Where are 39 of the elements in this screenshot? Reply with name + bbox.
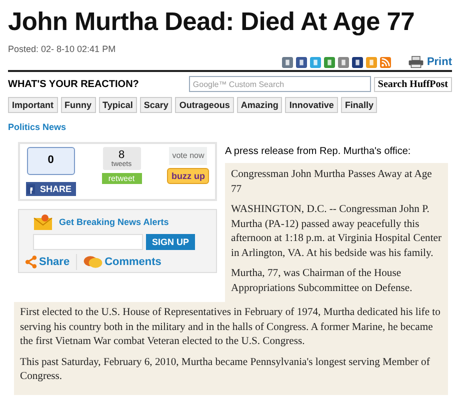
posted-date: Posted: 02- 8-10 02:41 PM (8, 44, 117, 54)
share-icon (25, 255, 37, 269)
share-button[interactable]: SHARE (26, 182, 76, 196)
section-link[interactable]: Politics News (8, 122, 452, 132)
release-paragraph: This past Saturday, February 6, 2010, Murtha became Pennsylvania's longest serving Member of Congress. (20, 356, 431, 384)
search-field[interactable]: Google™ Custom Search (188, 76, 371, 92)
reaction-button[interactable]: Amazing (236, 97, 282, 113)
release-title: Congressman John Murtha Passes Away at Age 77 (231, 168, 433, 196)
like-count: 0 (26, 147, 75, 175)
headline: John Murtha Dead: Died At Age 77 (8, 7, 416, 38)
comments-icon (82, 255, 103, 269)
social-icon[interactable] (352, 56, 363, 68)
reaction-button[interactable]: Funny (60, 97, 96, 113)
release-paragraph: WASHINGTON, D.C. -- Congressman John P. Murtha (PA-12) passed away peacefully this afternoon at 1:18 p.m. at Virginia Hospital Center in Arlington, VA. At his bedside was his family. (231, 203, 442, 260)
release-paragraph: Murtha, 77, was Chairman of the House Appropriations Subcommittee on Defense. (231, 267, 414, 296)
release-paragraph: First elected to the U.S. House of Representatives in February of 1974, Murtha dedicated his life to serving his country both in the military and in the halls of Congress. A former Marine, he became the first Vietnam War combat Veteran elected to the U.S. Congress. (20, 306, 442, 349)
reaction-button[interactable]: Innovative (285, 97, 338, 113)
buzz-up-button[interactable]: buzz up (167, 168, 209, 184)
logo-icon (27, 183, 35, 195)
alerts-title[interactable]: Get Breaking News Alerts (59, 217, 169, 227)
social-icon[interactable] (296, 56, 307, 68)
print-link[interactable]: Print (426, 56, 452, 68)
comments-link[interactable]: Comments (104, 256, 162, 268)
sign-up-button[interactable]: SIGN UP (146, 234, 196, 250)
search-button[interactable]: Search HuffPost (374, 76, 452, 92)
intro-text: A press release from Rep. Murtha's office: (225, 146, 412, 157)
printer-icon[interactable] (408, 56, 424, 68)
reaction-button[interactable]: Important (8, 97, 58, 113)
vote-label: vote now (169, 147, 208, 165)
reaction-button[interactable]: Typical (98, 97, 137, 113)
envelope-icon (33, 214, 53, 230)
reaction-heading: WHAT'S YOUR REACTION? (8, 78, 140, 90)
email-field[interactable] (33, 234, 143, 250)
share-link[interactable]: Share (39, 256, 70, 268)
tweet-count: 8 (118, 149, 125, 161)
reaction-button[interactable]: Scary (140, 97, 172, 113)
rss-icon[interactable] (380, 56, 391, 68)
reaction-button[interactable]: Finally (340, 97, 378, 113)
reaction-button[interactable]: Outrageous (175, 97, 234, 113)
